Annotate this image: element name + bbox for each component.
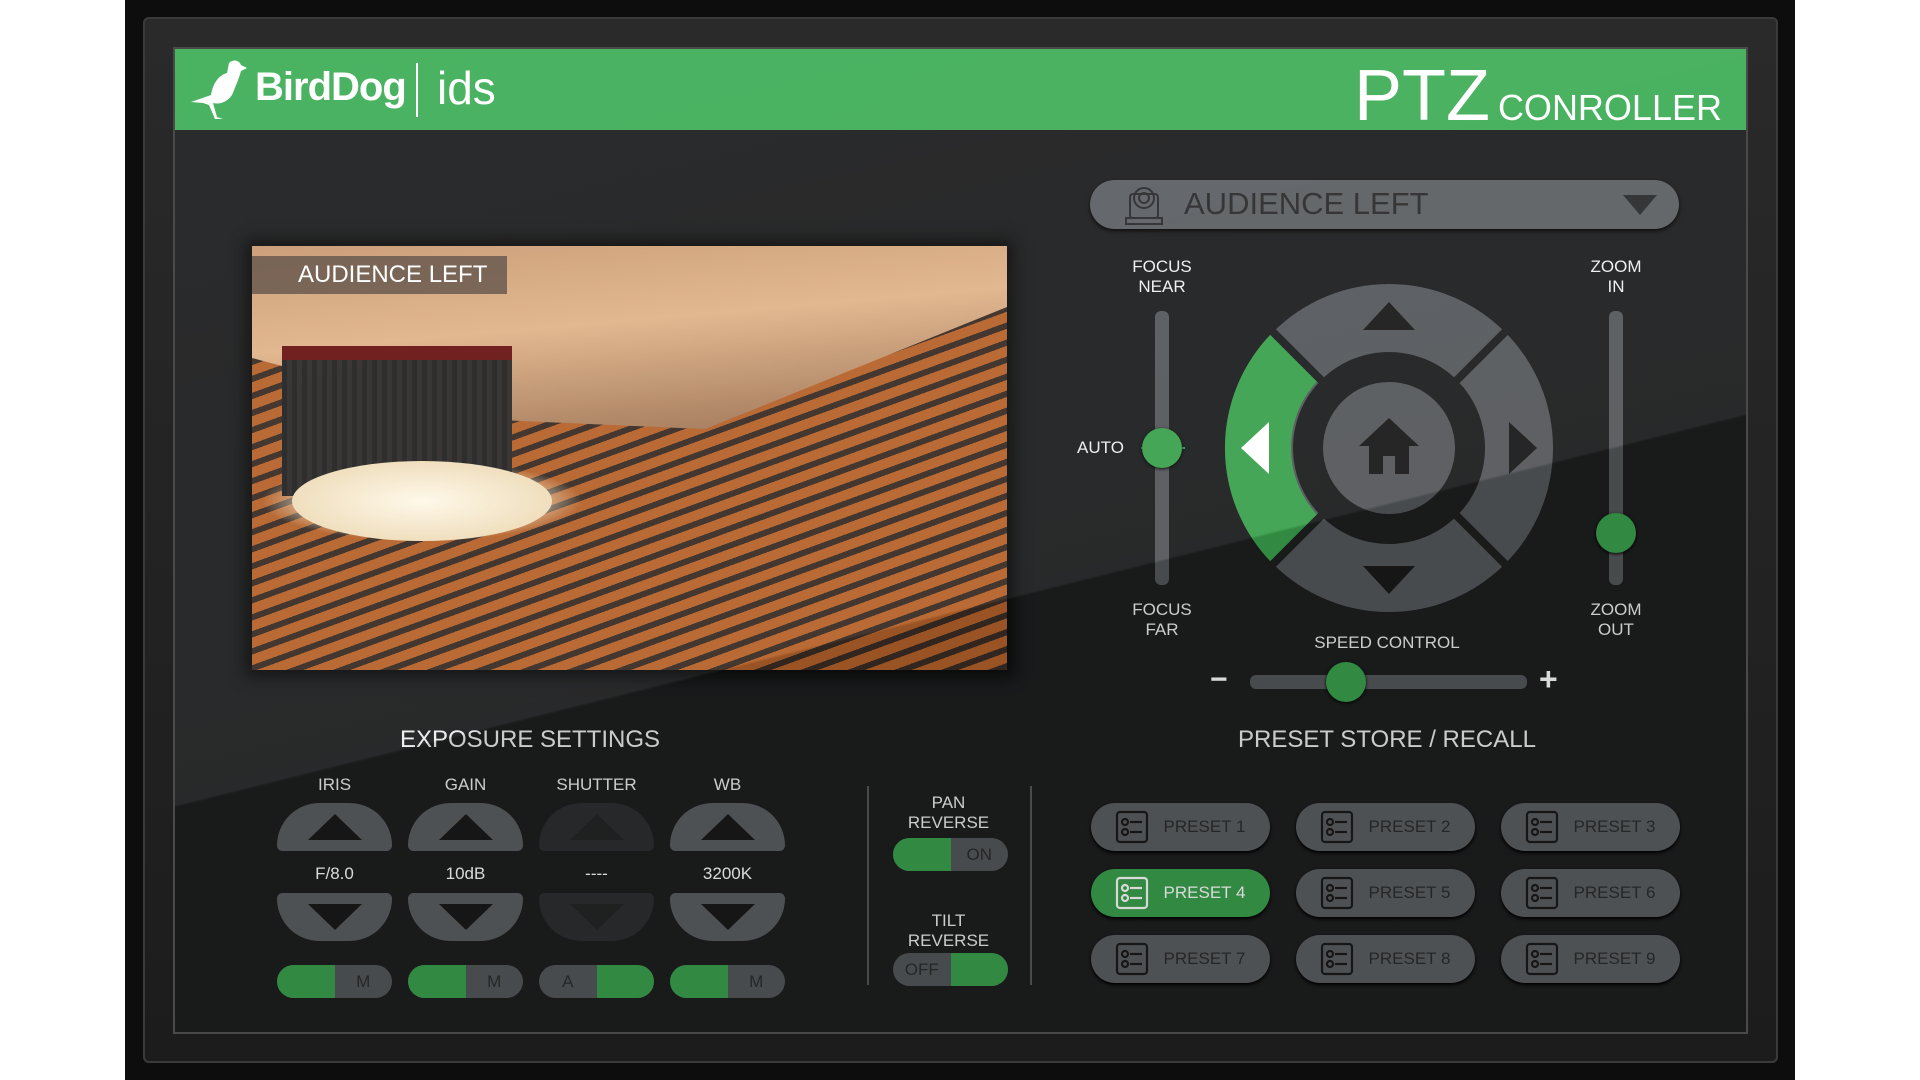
- speed-slider-knob[interactable]: [1326, 662, 1366, 702]
- preset-list-icon: [1525, 810, 1559, 844]
- preview-label: AUDIENCE LEFT: [252, 256, 507, 294]
- exposure-increase-button[interactable]: [408, 803, 523, 851]
- logo-divider: [416, 63, 418, 117]
- header-bar: BirdDog ids PTZ CONROLLER: [175, 49, 1746, 136]
- camera-preview: AUDIENCE LEFT: [252, 246, 1007, 670]
- exposure-label: GAIN: [444, 775, 487, 794]
- preset-button[interactable]: PRESET 4: [1091, 869, 1270, 917]
- zoom-out-label: ZOOM OUT: [1590, 600, 1642, 639]
- ptz-joystick: [1224, 284, 1553, 612]
- auto-manual-toggle[interactable]: M: [408, 965, 523, 998]
- title-main: PTZ: [1353, 56, 1490, 136]
- preset-button[interactable]: PRESET 9: [1501, 935, 1680, 983]
- exposure-value: 3200K: [702, 864, 753, 883]
- exposure-decrease-button[interactable]: [670, 893, 785, 941]
- divider: [867, 786, 869, 985]
- preset-label: PRESET 4: [1163, 883, 1246, 902]
- chevron-down-icon: [1623, 195, 1657, 215]
- preset-label: PRESET 7: [1163, 949, 1246, 968]
- speed-slider-track[interactable]: [1250, 675, 1527, 689]
- exposure-label: SHUTTER: [556, 775, 637, 794]
- preset-list-icon: [1320, 810, 1354, 844]
- preset-button[interactable]: PRESET 5: [1296, 869, 1475, 917]
- exposure-settings-title: EXPOSURE SETTINGS: [399, 726, 661, 753]
- triangle-up-icon: [700, 814, 755, 840]
- exposure-increase-button[interactable]: [277, 803, 392, 851]
- triangle-up-icon: [569, 814, 624, 840]
- preset-button[interactable]: PRESET 3: [1501, 803, 1680, 851]
- triangle-down-icon: [700, 904, 755, 930]
- preset-list-icon: [1115, 876, 1149, 910]
- exposure-value: ----: [585, 864, 608, 883]
- exposure-increase-button: [539, 803, 654, 851]
- exposure-value: F/8.0: [315, 864, 354, 883]
- preset-label: PRESET 9: [1573, 949, 1656, 968]
- triangle-up-icon: [307, 814, 362, 840]
- preset-list-icon: [1525, 876, 1559, 910]
- speed-increase-button[interactable]: +: [1539, 661, 1558, 698]
- camera-select-dropdown[interactable]: AUDIENCE LEFT: [1090, 180, 1679, 229]
- preset-button[interactable]: PRESET 6: [1501, 869, 1680, 917]
- exposure-decrease-button: [539, 893, 654, 941]
- ptz-camera-icon: [1125, 187, 1163, 225]
- exposure-label: IRIS: [317, 775, 352, 794]
- triangle-down-icon: [438, 904, 493, 930]
- pan-reverse-toggle[interactable]: ON: [893, 838, 1008, 871]
- preset-button[interactable]: PRESET 1: [1091, 803, 1270, 851]
- zoom-in-label: ZOOM IN: [1590, 257, 1642, 296]
- preset-label: PRESET 5: [1368, 883, 1451, 902]
- exposure-decrease-button[interactable]: [408, 893, 523, 941]
- preset-label: PRESET 2: [1368, 817, 1451, 836]
- preset-button[interactable]: PRESET 8: [1296, 935, 1475, 983]
- focus-far-label: FOCUS FAR: [1132, 600, 1192, 639]
- tilt-reverse-label: TILT REVERSE: [907, 911, 990, 950]
- selected-camera: AUDIENCE LEFT: [1184, 186, 1429, 221]
- preview-stage: [292, 461, 552, 541]
- triangle-up-icon: [438, 814, 493, 840]
- focus-auto-label: AUTO: [1077, 438, 1124, 457]
- partner-logo: ids: [437, 62, 496, 114]
- preset-label: PRESET 6: [1573, 883, 1656, 902]
- auto-manual-toggle[interactable]: A: [539, 965, 654, 998]
- exposure-increase-button[interactable]: [670, 803, 785, 851]
- auto-manual-toggle[interactable]: M: [670, 965, 785, 998]
- exposure-value: 10dB: [445, 864, 486, 883]
- zoom-slider-knob[interactable]: [1596, 513, 1636, 553]
- triangle-down-icon: [569, 904, 624, 930]
- brand-logo: BirdDog: [255, 65, 407, 109]
- preset-button[interactable]: PRESET 2: [1296, 803, 1475, 851]
- exposure-label: WB: [713, 775, 742, 794]
- triangle-down-icon: [307, 904, 362, 930]
- preset-list-icon: [1320, 942, 1354, 976]
- preset-label: PRESET 3: [1573, 817, 1656, 836]
- auto-manual-toggle[interactable]: M: [277, 965, 392, 998]
- preset-label: PRESET 1: [1163, 817, 1246, 836]
- title-sub: CONROLLER: [1497, 87, 1722, 128]
- focus-near-label: FOCUS NEAR: [1132, 257, 1192, 296]
- exposure-decrease-button[interactable]: [277, 893, 392, 941]
- divider: [1030, 786, 1032, 985]
- birddog-logo-icon: [191, 60, 247, 119]
- app-title: PTZ CONROLLER: [1354, 55, 1722, 137]
- preset-button[interactable]: PRESET 7: [1091, 935, 1270, 983]
- preset-label: PRESET 8: [1368, 949, 1451, 968]
- preset-list-icon: [1115, 810, 1149, 844]
- preset-title: PRESET STORE / RECALL: [1238, 726, 1536, 753]
- preset-list-icon: [1525, 942, 1559, 976]
- speed-control-label: SPEED CONTROL: [1314, 633, 1460, 652]
- focus-slider-knob[interactable]: [1142, 428, 1182, 468]
- preset-list-icon: [1115, 942, 1149, 976]
- controller-screen: BirdDog ids PTZ CONROLLER AUDIENCE LEFT A…: [175, 49, 1746, 1032]
- pan-reverse-label: PAN REVERSE: [907, 793, 990, 832]
- preset-grid: PRESET 1 PRESET 2 PRESET 3 PRESET 4 PRES…: [1091, 803, 1680, 983]
- tilt-reverse-toggle[interactable]: OFF: [893, 953, 1008, 986]
- speed-decrease-button[interactable]: −: [1210, 663, 1228, 697]
- preset-list-icon: [1320, 876, 1354, 910]
